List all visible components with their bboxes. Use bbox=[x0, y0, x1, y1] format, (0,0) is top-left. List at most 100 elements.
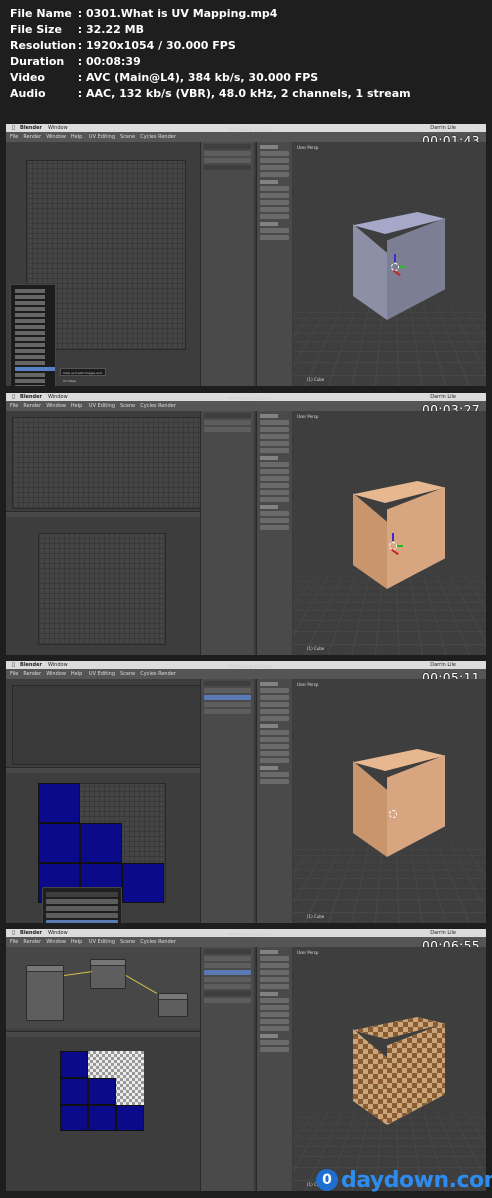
menu-user[interactable]: Darrin Lile bbox=[430, 393, 456, 401]
3d-viewport[interactable]: User Persp (1) Cube bbox=[293, 947, 486, 1191]
tool-button[interactable] bbox=[260, 758, 289, 763]
uv-island[interactable] bbox=[116, 1105, 144, 1131]
tool-button[interactable] bbox=[260, 772, 289, 777]
render-engine-selector[interactable]: Cycles Render bbox=[140, 671, 176, 677]
tool-button[interactable] bbox=[260, 688, 289, 693]
prop-row[interactable] bbox=[204, 165, 251, 170]
texture-coordinate-node[interactable] bbox=[26, 965, 64, 1021]
apple-icon[interactable]:  bbox=[12, 930, 15, 936]
uv-island[interactable] bbox=[38, 823, 80, 863]
menu-file[interactable]: File bbox=[10, 671, 18, 677]
tool-button[interactable] bbox=[260, 151, 289, 156]
menu-item[interactable] bbox=[15, 349, 45, 353]
tool-button[interactable] bbox=[260, 207, 289, 212]
prop-row[interactable] bbox=[204, 158, 251, 163]
3d-viewport[interactable]: User Persp (1) Cube bbox=[293, 679, 486, 923]
prop-row[interactable] bbox=[204, 998, 251, 1003]
popup-field[interactable] bbox=[46, 892, 118, 897]
tool-button[interactable] bbox=[260, 193, 289, 198]
scene-selector[interactable]: Scene bbox=[120, 403, 135, 409]
prop-row[interactable] bbox=[204, 695, 251, 700]
layout-selector[interactable]: UV Editing bbox=[89, 671, 115, 677]
tool-shelf[interactable] bbox=[256, 947, 292, 1191]
menu-item[interactable] bbox=[15, 361, 45, 365]
uv-island[interactable] bbox=[60, 1105, 88, 1131]
material-output-node[interactable] bbox=[158, 993, 188, 1017]
menu-window[interactable]: Window bbox=[48, 125, 68, 131]
menu-item[interactable] bbox=[15, 307, 45, 311]
tool-button[interactable] bbox=[260, 158, 289, 163]
menu-window[interactable]: Window bbox=[48, 394, 68, 400]
tool-button[interactable] bbox=[260, 779, 289, 784]
properties-panel[interactable] bbox=[200, 411, 254, 655]
menu-item[interactable] bbox=[15, 331, 45, 335]
prop-row[interactable] bbox=[204, 977, 251, 982]
tool-button[interactable] bbox=[260, 1026, 289, 1031]
prop-row[interactable] bbox=[204, 949, 251, 954]
tool-button[interactable] bbox=[260, 984, 289, 989]
uv-image-editor[interactable]: View and edit images and UV Maps bbox=[6, 142, 208, 386]
menu-app[interactable]: Blender bbox=[20, 394, 42, 400]
prop-row[interactable] bbox=[204, 151, 251, 156]
menu-file[interactable]: File bbox=[10, 939, 18, 945]
uv-image-editor[interactable] bbox=[6, 947, 208, 1191]
prop-row[interactable] bbox=[204, 970, 251, 975]
menu-window[interactable]: Window bbox=[46, 671, 66, 677]
tool-button[interactable] bbox=[260, 469, 289, 474]
tool-button[interactable] bbox=[260, 709, 289, 714]
tool-button[interactable] bbox=[260, 977, 289, 982]
uv-island[interactable] bbox=[60, 1078, 88, 1105]
tool-button[interactable] bbox=[260, 511, 289, 516]
apple-icon[interactable]:  bbox=[12, 394, 15, 400]
tool-button[interactable] bbox=[260, 518, 289, 523]
menu-app[interactable]: Blender bbox=[20, 662, 42, 668]
popup-field[interactable] bbox=[46, 899, 118, 904]
tool-button[interactable] bbox=[260, 165, 289, 170]
editor-type-menu[interactable] bbox=[10, 284, 56, 386]
scene-selector[interactable]: Scene bbox=[120, 671, 135, 677]
tool-button[interactable] bbox=[260, 751, 289, 756]
node-editor[interactable] bbox=[6, 947, 208, 1029]
tool-button[interactable] bbox=[260, 525, 289, 530]
properties-panel[interactable] bbox=[200, 947, 254, 1191]
popup-field[interactable] bbox=[46, 906, 118, 911]
uv-island[interactable] bbox=[60, 1051, 88, 1078]
apple-icon[interactable]:  bbox=[12, 662, 15, 668]
prop-row[interactable] bbox=[204, 991, 251, 996]
menu-item[interactable] bbox=[15, 319, 45, 323]
menu-window[interactable]: Window bbox=[48, 662, 68, 668]
new-image-popup[interactable] bbox=[42, 887, 122, 923]
tool-button[interactable] bbox=[260, 228, 289, 233]
tool-button[interactable] bbox=[260, 434, 289, 439]
tool-button[interactable] bbox=[260, 235, 289, 240]
tool-button[interactable] bbox=[260, 490, 289, 495]
apple-icon[interactable]:  bbox=[12, 125, 15, 131]
tool-button[interactable] bbox=[260, 186, 289, 191]
menu-item[interactable] bbox=[15, 373, 45, 377]
tool-button[interactable] bbox=[260, 702, 289, 707]
tool-button[interactable] bbox=[260, 695, 289, 700]
tool-button[interactable] bbox=[260, 441, 289, 446]
prop-row[interactable] bbox=[204, 984, 251, 989]
tool-button[interactable] bbox=[260, 956, 289, 961]
layout-selector[interactable]: UV Editing bbox=[89, 134, 115, 140]
tool-button[interactable] bbox=[260, 214, 289, 219]
prop-row[interactable] bbox=[204, 688, 251, 693]
tool-button[interactable] bbox=[260, 462, 289, 467]
menu-item[interactable] bbox=[15, 313, 45, 317]
render-engine-selector[interactable]: Cycles Render bbox=[140, 939, 176, 945]
layout-selector[interactable]: UV Editing bbox=[89, 403, 115, 409]
uv-island[interactable] bbox=[80, 823, 122, 863]
uv-island[interactable] bbox=[38, 783, 80, 823]
render-engine-selector[interactable]: Cycles Render bbox=[140, 134, 176, 140]
tool-button[interactable] bbox=[260, 420, 289, 425]
uv-island[interactable] bbox=[88, 1078, 116, 1105]
tool-button[interactable] bbox=[260, 1019, 289, 1024]
tool-button[interactable] bbox=[260, 497, 289, 502]
tool-button[interactable] bbox=[260, 1012, 289, 1017]
menu-help[interactable]: Help bbox=[71, 939, 82, 945]
menu-item[interactable] bbox=[15, 289, 45, 293]
menu-item[interactable] bbox=[15, 379, 45, 383]
menu-app[interactable]: Blender bbox=[20, 125, 42, 131]
menu-window[interactable]: Window bbox=[46, 403, 66, 409]
